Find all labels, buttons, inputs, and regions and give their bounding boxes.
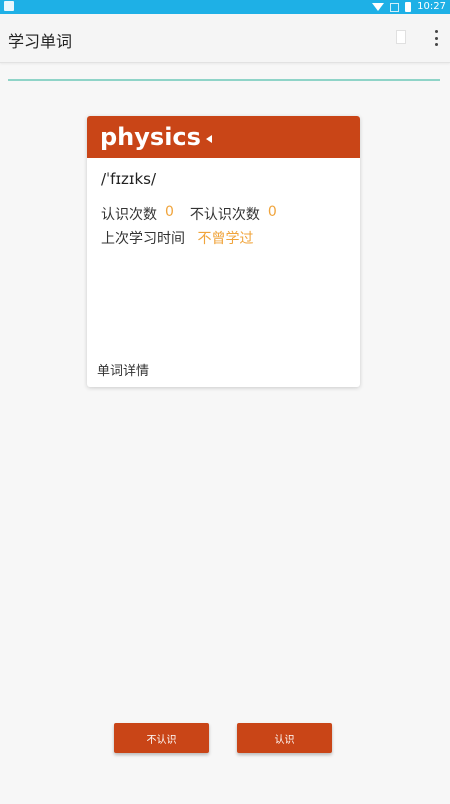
count-stats: 认识次数 0 不认识次数 0 (101, 204, 293, 224)
status-icons: 10:27 (372, 0, 446, 14)
known-count-value: 0 (165, 204, 174, 220)
more-vert-icon[interactable] (434, 30, 438, 46)
word-title: physics (100, 123, 201, 151)
speaker-icon[interactable] (206, 135, 212, 143)
status-time: 10:27 (417, 1, 446, 12)
last-study-label: 上次学习时间 (101, 231, 185, 247)
unknown-button[interactable]: 不认识 (114, 723, 209, 753)
last-study-value: 不曾学过 (197, 231, 254, 247)
battery-icon (405, 2, 412, 12)
word-card: physics /ˈfɪzɪks/ 认识次数 0 不认识次数 0 上次学习时间 … (87, 116, 360, 387)
known-count-label: 认识次数 (101, 207, 157, 223)
status-bar: 10:27 (0, 0, 450, 14)
wifi-icon (372, 3, 385, 11)
word-card-header: physics (87, 116, 360, 158)
notification-icon (4, 1, 14, 11)
signal-icon (390, 2, 400, 12)
unknown-count-label: 不认识次数 (189, 207, 260, 223)
progress-bar (8, 79, 440, 81)
last-study-stats: 上次学习时间 不曾学过 (101, 228, 253, 248)
known-button[interactable]: 认识 (237, 723, 332, 753)
page-title: 学习单词 (8, 32, 73, 51)
action-icon[interactable] (396, 30, 406, 44)
phonetic-text: /ˈfɪzɪks/ (101, 170, 157, 188)
app-bar: 学习单词 (0, 14, 450, 63)
word-details-link[interactable]: 单词详情 (97, 360, 149, 379)
unknown-count-value: 0 (267, 204, 277, 220)
